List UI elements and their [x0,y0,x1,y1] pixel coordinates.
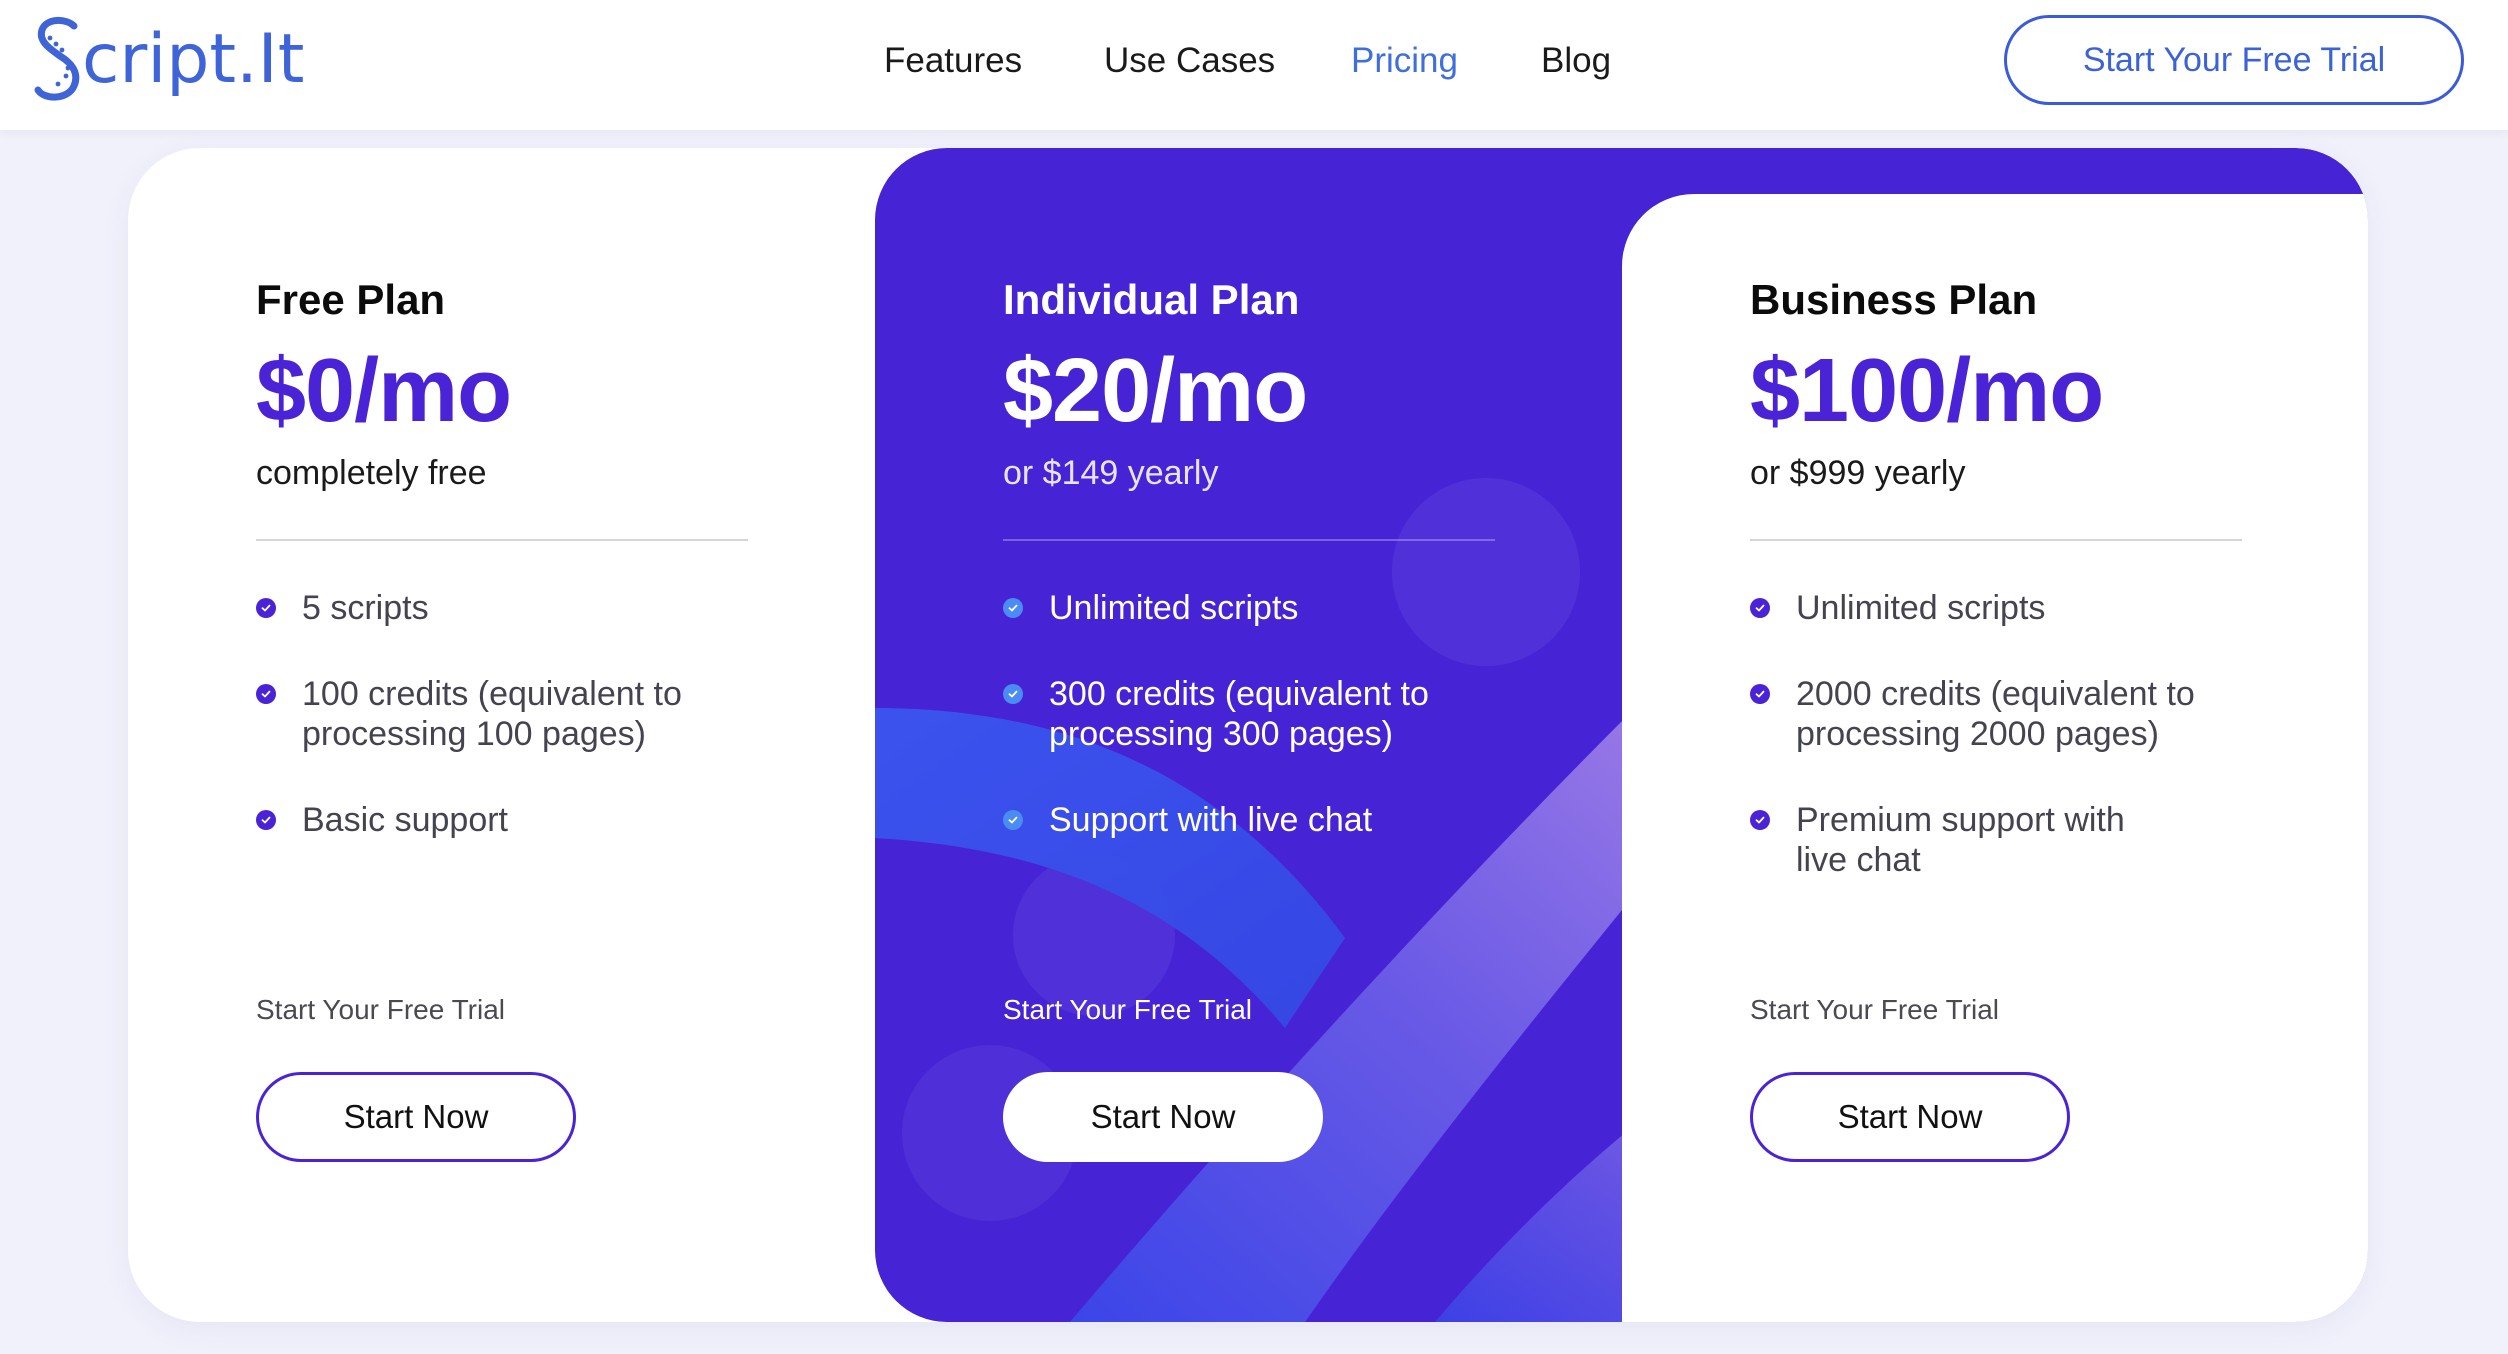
check-circle-icon [1003,684,1023,704]
feature-item: Unlimited scripts [1003,588,1298,628]
plan-title: Business Plan [1750,276,2038,323]
trial-label: Start Your Free Trial [256,994,506,1025]
trial-label: Start Your Free Trial [1750,994,2000,1025]
divider [256,539,748,541]
feature-item: 100 credits (equivalent to processing 100… [256,674,682,754]
feature-text: Basic support [302,801,508,839]
start-now-button-individual[interactable]: Start Now [1003,1072,1323,1162]
nav-use-cases[interactable]: Use Cases [1104,36,1275,86]
check-circle-icon [1750,684,1770,704]
feature-text: Premium support with [1796,801,2125,839]
check-circle-icon [1750,598,1770,618]
start-now-button-business[interactable]: Start Now [1750,1072,2070,1162]
check-circle-icon [256,810,276,830]
feature-text: 100 credits (equivalent to [302,675,682,713]
feature-item: Unlimited scripts [1750,588,2045,628]
check-circle-icon [1003,598,1023,618]
check-circle-icon [1003,810,1023,830]
feature-text: 5 scripts [302,589,429,627]
site-header: cript.It Features Use Cases Pricing Blog… [0,0,2508,130]
start-free-trial-button[interactable]: Start Your Free Trial [2004,15,2464,105]
feature-item: Premium support with live chat [1750,800,2125,880]
feature-text: Unlimited scripts [1796,589,2046,627]
feature-text: Support with live chat [1049,801,1373,839]
check-circle-icon [1750,810,1770,830]
plan-price: $100/mo [1750,341,2104,441]
feature-text-line2: processing 2000 pages) [1796,715,2159,753]
check-circle-icon [256,684,276,704]
plan-title: Free Plan [256,276,446,323]
divider [1003,539,1495,541]
plan-subtitle: completely free [256,454,487,492]
feature-item: Support with live chat [1003,800,1372,840]
trial-label: Start Your Free Trial [1003,994,1253,1025]
feature-text: 2000 credits (equivalent to [1796,675,2195,713]
nav-features[interactable]: Features [884,36,1022,86]
pricing-panel: Free Plan $0/mo completely free 5 script… [128,148,2368,1322]
feature-text: 300 credits (equivalent to [1049,675,1429,713]
feature-item: Basic support [256,800,508,840]
free-plan: Free Plan $0/mo completely free 5 script… [256,148,816,1322]
plan-price: $0/mo [256,341,512,441]
check-circle-icon [256,598,276,618]
plan-title: Individual Plan [1003,276,1300,323]
nav-blog[interactable]: Blog [1541,36,1611,86]
start-now-button-free[interactable]: Start Now [256,1072,576,1162]
business-plan: Business Plan $100/mo or $999 yearly Unl… [1750,148,2310,1322]
feature-item: 5 scripts [256,588,429,628]
plan-subtitle: or $999 yearly [1750,454,1966,492]
feature-item: 2000 credits (equivalent to processing 20… [1750,674,2195,754]
feature-text: Unlimited scripts [1049,589,1299,627]
feature-item: 300 credits (equivalent to processing 300… [1003,674,1429,754]
plan-subtitle: or $149 yearly [1003,454,1219,492]
feature-text-line2: live chat [1796,841,1921,879]
nav-pricing[interactable]: Pricing [1351,36,1458,86]
feature-text-line2: processing 100 pages) [302,715,647,753]
plan-price: $20/mo [1003,341,1308,441]
divider [1750,539,2242,541]
feature-text-line2: processing 300 pages) [1049,715,1394,753]
individual-plan: Individual Plan $20/mo or $149 yearly Un… [1003,148,1563,1322]
